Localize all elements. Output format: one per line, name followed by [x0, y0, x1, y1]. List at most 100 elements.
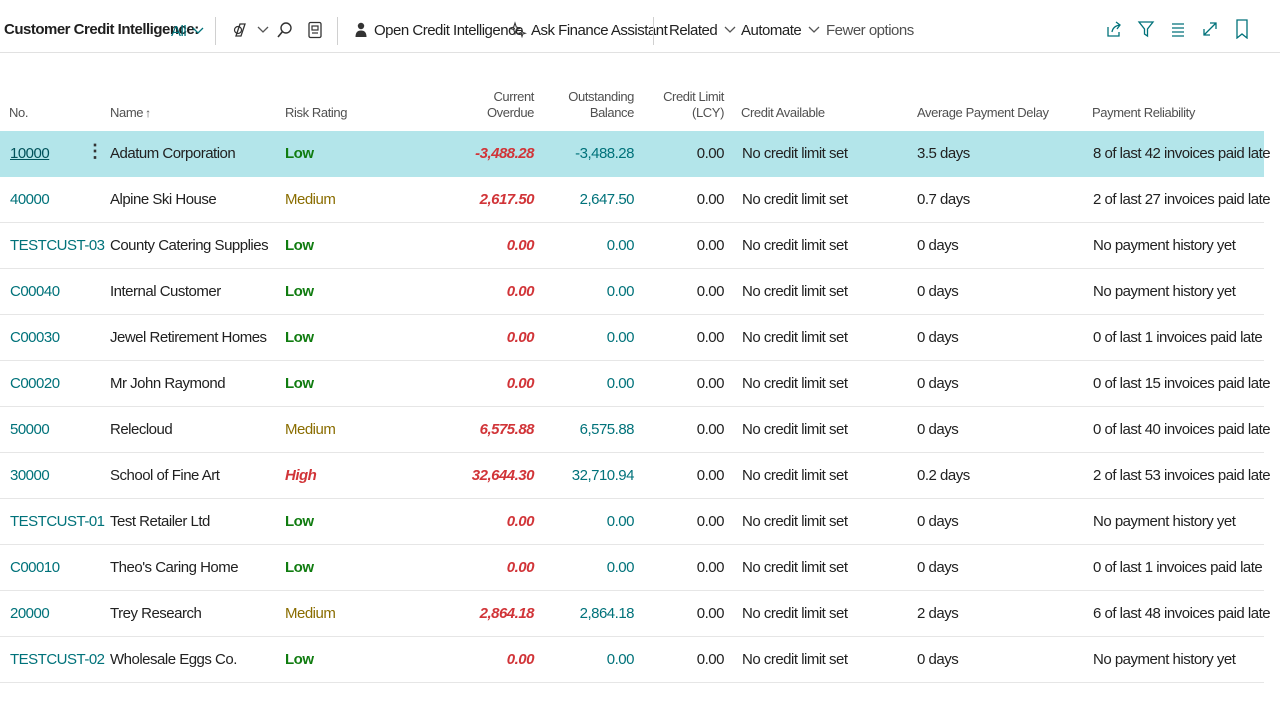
customer-no-link[interactable]: 50000 [10, 421, 50, 438]
table-row[interactable]: 30000 School of Fine Art High 32,644.30 32,7… [0, 453, 1271, 499]
outstanding-balance[interactable]: 0.00 [607, 237, 635, 254]
credit-limit: 0.00 [696, 237, 725, 254]
credit-limit: 0.00 [696, 145, 725, 162]
column-header-outstanding-balance[interactable]: Outstanding Balance [568, 89, 634, 121]
customer-no-link[interactable]: 40000 [10, 191, 50, 208]
table-row[interactable]: C00040 Internal Customer Low 0.00 0.00 0.00 No… [0, 269, 1264, 315]
customer-no-link[interactable]: C00040 [10, 283, 60, 300]
related-menu[interactable]: Related [669, 19, 739, 41]
column-header-credit-limit-line1: Credit Limit [663, 89, 724, 104]
credit-available: No credit limit set [742, 651, 848, 668]
current-overdue: 6,575.88 [479, 421, 535, 438]
copilot-button[interactable] [232, 19, 272, 41]
risk-rating: Low [285, 375, 314, 392]
table-row[interactable]: C00030 Jewel Retirement Homes Low 0.00 0.00 0… [0, 315, 1264, 361]
view-selector[interactable]: All [171, 21, 207, 41]
row-actions-menu-icon[interactable]: ⋮ [86, 142, 104, 160]
automate-menu[interactable]: Automate [741, 19, 823, 41]
table-row[interactable]: TESTCUST-03 County Catering Supplies Low 0.… [0, 223, 1264, 269]
open-credit-intelligence-label: Open Credit Intelligence [374, 21, 523, 39]
outstanding-balance[interactable]: 0.00 [607, 283, 635, 300]
outstanding-balance[interactable]: 6,575.88 [580, 421, 635, 438]
outstanding-balance[interactable]: -3,488.28 [575, 145, 634, 162]
credit-available: No credit limit set [742, 559, 848, 576]
customer-no-link[interactable]: C00010 [10, 559, 60, 576]
credit-limit: 0.00 [696, 605, 725, 622]
customer-name: Relecloud [110, 421, 173, 438]
risk-rating: Low [285, 283, 314, 300]
column-header-average-payment-delay[interactable]: Average Payment Delay [917, 105, 1049, 121]
filter-icon[interactable] [1136, 19, 1156, 39]
table-row[interactable]: 40000 Alpine Ski House Medium 2,617.50 2,647… [0, 177, 1271, 223]
customer-no-link[interactable]: TESTCUST-01 [10, 513, 105, 530]
expand-icon[interactable] [1200, 19, 1220, 39]
outstanding-balance[interactable]: 0.00 [607, 375, 635, 392]
customer-no-link[interactable]: 10000 [10, 145, 50, 162]
ask-finance-assistant-button[interactable]: Ask Finance Assistant [509, 19, 668, 41]
customer-no-link[interactable]: TESTCUST-02 [10, 651, 105, 668]
bookmark-icon[interactable] [1232, 19, 1252, 39]
column-header-no[interactable]: No. [9, 105, 28, 121]
table-row[interactable]: 20000 Trey Research Medium 2,864.18 2,864.18… [0, 591, 1271, 637]
list-icon[interactable] [1168, 19, 1188, 39]
outstanding-balance[interactable]: 32,710.94 [572, 467, 635, 484]
customer-no-link[interactable]: 30000 [10, 467, 50, 484]
customer-list-grid: No. Name ↑ Risk Rating Current Overdue Ou… [0, 53, 1271, 683]
customer-credit-intelligence-page: Customer Credit Intelligence: All Open C… [0, 0, 1280, 720]
table-row[interactable]: 50000 Relecloud Medium 6,575.88 6,575.88 0.00… [0, 407, 1271, 453]
outstanding-balance[interactable]: 2,864.18 [580, 605, 635, 622]
edit-in-excel-button[interactable] [306, 19, 324, 41]
page-title: Customer Credit Intelligence: [4, 21, 199, 38]
table-row[interactable]: 10000 ⋮ Adatum Corporation Low -3,488.28 -3,4… [0, 131, 1271, 177]
customer-name: School of Fine Art [110, 467, 220, 484]
payment-reliability: No payment history yet [1093, 513, 1236, 530]
column-header-credit-limit[interactable]: Credit Limit (LCY) [663, 89, 724, 121]
credit-available: No credit limit set [742, 145, 848, 162]
table-row[interactable]: C00010 Theo's Caring Home Low 0.00 0.00 0.00 N… [0, 545, 1264, 591]
credit-available: No credit limit set [742, 421, 848, 438]
fewer-options-button[interactable]: Fewer options [826, 19, 914, 41]
search-button[interactable] [276, 19, 294, 41]
column-header-risk-rating[interactable]: Risk Rating [285, 105, 347, 121]
risk-rating: Low [285, 559, 314, 576]
share-icon[interactable] [1104, 19, 1124, 39]
outstanding-balance[interactable]: 0.00 [607, 513, 635, 530]
risk-rating: Medium [285, 605, 336, 622]
sort-ascending-icon: ↑ [145, 106, 151, 120]
credit-available: No credit limit set [742, 513, 848, 530]
column-header-name-label: Name [110, 105, 144, 120]
excel-icon [306, 20, 324, 40]
customer-no-link[interactable]: TESTCUST-03 [10, 237, 105, 254]
table-row[interactable]: TESTCUST-01 Test Retailer Ltd Low 0.00 0.00 0… [0, 499, 1264, 545]
customer-name: Trey Research [110, 605, 202, 622]
view-options [1104, 19, 1252, 39]
customer-no-link[interactable]: C00020 [10, 375, 60, 392]
customer-no-link[interactable]: 20000 [10, 605, 50, 622]
chevron-down-icon [805, 20, 823, 40]
table-row[interactable]: C00020 Mr John Raymond Low 0.00 0.00 0.00 No c… [0, 361, 1271, 407]
risk-rating: Medium [285, 421, 336, 438]
open-credit-intelligence-button[interactable]: Open Credit Intelligence [352, 19, 523, 41]
customer-no-link[interactable]: C00030 [10, 329, 60, 346]
column-header-payment-reliability[interactable]: Payment Reliability [1092, 105, 1195, 121]
outstanding-balance[interactable]: 0.00 [607, 651, 635, 668]
payment-reliability: 2 of last 27 invoices paid late [1093, 191, 1271, 208]
column-header-credit-available[interactable]: Credit Available [741, 105, 825, 121]
fewer-options-label: Fewer options [826, 21, 914, 39]
customer-name: Alpine Ski House [110, 191, 217, 208]
outstanding-balance[interactable]: 0.00 [607, 559, 635, 576]
table-row[interactable]: TESTCUST-02 Wholesale Eggs Co. Low 0.00 0.00… [0, 637, 1264, 683]
payment-reliability: 0 of last 15 invoices paid late [1093, 375, 1271, 392]
column-header-name[interactable]: Name ↑ [110, 105, 151, 121]
column-header-current-overdue[interactable]: Current Overdue [487, 89, 534, 121]
payment-reliability: No payment history yet [1093, 651, 1236, 668]
current-overdue: 0.00 [506, 329, 535, 346]
outstanding-balance[interactable]: 0.00 [607, 329, 635, 346]
payment-reliability: 0 of last 40 invoices paid late [1093, 421, 1271, 438]
view-selector-label: All [171, 22, 187, 40]
current-overdue: 0.00 [506, 513, 535, 530]
credit-available: No credit limit set [742, 375, 848, 392]
outstanding-balance[interactable]: 2,647.50 [580, 191, 635, 208]
average-payment-delay: 0 days [917, 513, 959, 530]
related-label: Related [669, 21, 718, 39]
